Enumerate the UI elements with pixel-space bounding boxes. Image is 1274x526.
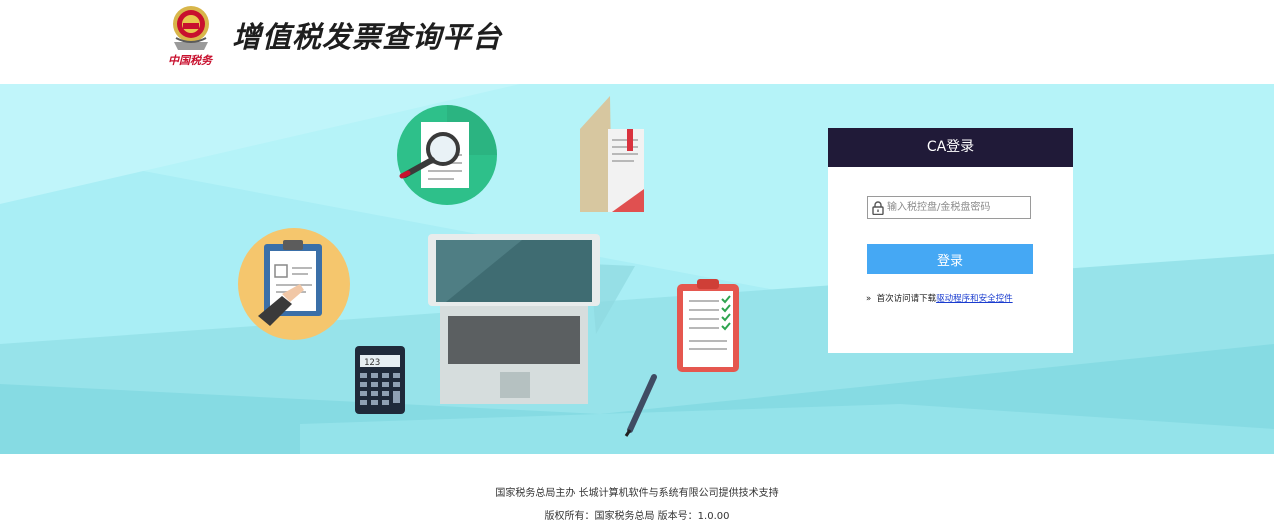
hero-banner: 123 — [0, 84, 1274, 454]
lock-icon — [872, 201, 884, 215]
magnifier-document-icon — [397, 105, 497, 205]
book-icon — [580, 96, 644, 212]
footer-copyright: 版权所有：国家税务总局 版本号：1.0.00 — [544, 511, 730, 522]
driver-download-link[interactable]: 驱动程序和安全控件 — [936, 294, 1013, 304]
password-field-wrapper[interactable] — [867, 196, 1031, 219]
login-heading: CA登录 — [828, 128, 1073, 167]
header: 中国税务 增值税发票查询平台 — [0, 0, 1274, 84]
page-title: 增值税发票查询平台 — [232, 20, 503, 54]
calculator-display: 123 — [364, 358, 380, 368]
download-tip: » 首次访问请下载驱动程序和安全控件 — [866, 292, 1013, 304]
footer: 国家税务总局主办 长城计算机软件与系统有限公司提供技术支持 版权所有：国家税务总… — [0, 454, 1274, 526]
ca-login-panel: CA登录 登录 » 首次访问请下载驱动程序和安全控件 — [828, 128, 1073, 353]
tip-bullet: » — [866, 294, 872, 304]
calculator-icon: 123 — [355, 346, 405, 414]
password-input[interactable] — [887, 198, 1027, 217]
footer-sponsor: 国家税务总局主办 长城计算机软件与系统有限公司提供技术支持 — [495, 488, 779, 499]
laptop-icon — [428, 234, 635, 404]
illustration: 123 — [238, 96, 739, 437]
login-button[interactable]: 登录 — [867, 244, 1033, 274]
pen-icon — [624, 374, 657, 437]
clipboard-icon — [238, 228, 350, 340]
checklist-icon — [677, 279, 739, 372]
tip-text: 首次访问请下载 — [876, 294, 937, 304]
emblem-caption: 中国税务 — [168, 54, 212, 67]
